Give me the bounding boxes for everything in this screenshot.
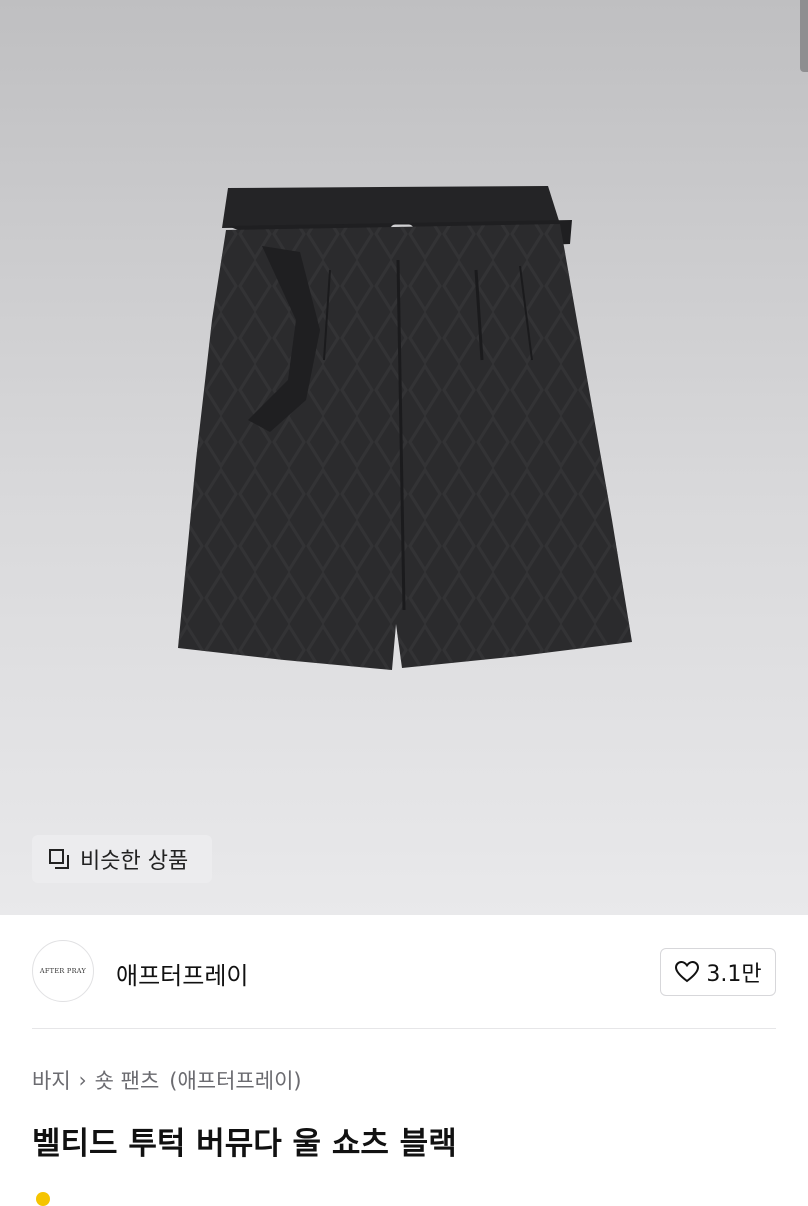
scroll-thumb[interactable] bbox=[800, 0, 808, 72]
product-title: 벨티드 투턱 버뮤다 울 쇼츠 블랙 bbox=[32, 1126, 457, 1162]
product-photo bbox=[178, 186, 632, 670]
similar-products-label: 비슷한 상품 bbox=[80, 849, 189, 874]
breadcrumb: 바지 › 숏 팬츠 (애프터프레이) bbox=[32, 1065, 302, 1095]
divider bbox=[32, 1028, 776, 1029]
seller-row[interactable]: AFTER PRAY 애프터프레이 3.1만 bbox=[32, 940, 776, 1004]
like-button[interactable]: 3.1만 bbox=[660, 948, 776, 996]
seller-name[interactable]: 애프터프레이 bbox=[116, 956, 248, 991]
breadcrumb-brand[interactable]: (애프터프레이) bbox=[169, 1065, 301, 1095]
heart-outline-icon bbox=[675, 960, 700, 983]
similar-products-button[interactable]: 비슷한 상품 bbox=[32, 835, 212, 883]
seller-logo[interactable]: AFTER PRAY bbox=[32, 940, 94, 1002]
chevron-right-icon: › bbox=[78, 1068, 87, 1092]
like-count: 3.1만 bbox=[706, 962, 762, 987]
breadcrumb-subcategory[interactable]: 숏 팬츠 bbox=[95, 1065, 160, 1095]
breadcrumb-category[interactable]: 바지 bbox=[32, 1065, 71, 1095]
seller-logo-text: AFTER PRAY bbox=[39, 967, 87, 975]
product-image-area[interactable]: 비슷한 상품 bbox=[0, 0, 808, 915]
yellow-badge-icon bbox=[36, 1192, 50, 1206]
copy-squares-icon bbox=[49, 849, 69, 869]
